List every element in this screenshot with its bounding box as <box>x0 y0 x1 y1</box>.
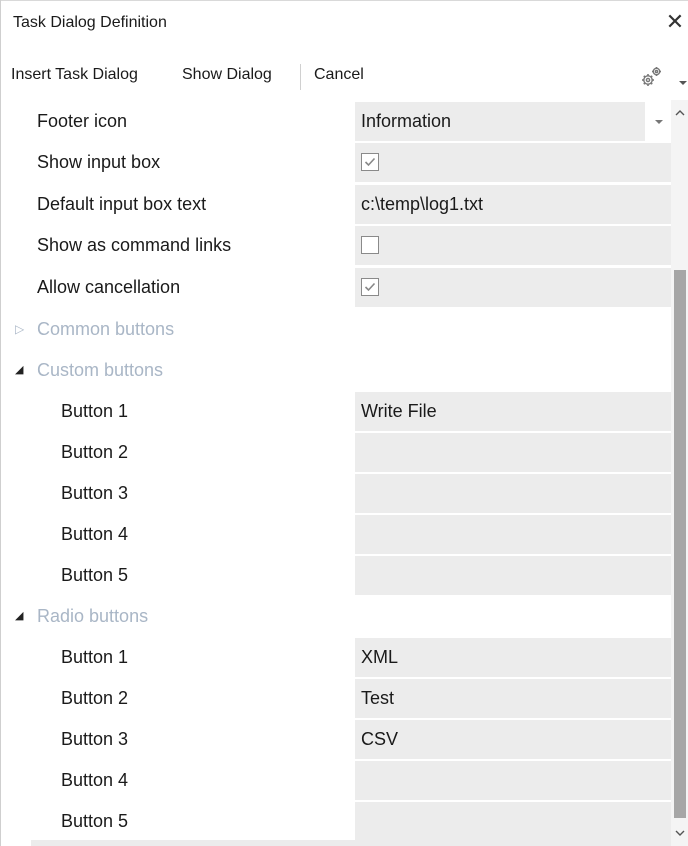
checkmark-icon <box>364 157 376 167</box>
chevron-down-icon[interactable] <box>677 76 688 88</box>
toolbar-separator <box>300 64 301 90</box>
chevron-down-icon <box>675 830 685 836</box>
property-value-cell <box>355 226 671 265</box>
gear-icon[interactable] <box>639 64 665 90</box>
radio-button-row-2: Button 2 Test <box>1 678 671 719</box>
radio-button-row-5: Button 5 <box>1 801 671 842</box>
task-dialog-definition-window: Task Dialog Definition ✕ Insert Task Dia… <box>0 0 688 846</box>
scroll-down-button[interactable] <box>671 824 688 842</box>
radio-button-2-field[interactable]: Test <box>355 679 671 718</box>
triangle-down-icon[interactable]: ◢ <box>15 596 23 637</box>
next-row-peek <box>31 840 671 846</box>
allow-cancellation-checkbox[interactable] <box>361 278 379 296</box>
property-label: Button 3 <box>61 729 129 749</box>
custom-button-3-field[interactable] <box>355 474 671 513</box>
radio-button-row-3: Button 3 CSV <box>1 719 671 760</box>
radio-button-5-field[interactable] <box>355 802 671 841</box>
property-row-footer-icon: Footer icon Information <box>1 101 671 142</box>
property-label: Allow cancellation <box>37 277 181 297</box>
group-common-buttons[interactable]: ▷ Common buttons <box>1 309 671 350</box>
default-input-text-field[interactable]: c:\temp\log1.txt <box>355 185 671 224</box>
cancel-button[interactable]: Cancel <box>314 66 364 84</box>
property-row-allow-cancellation: Allow cancellation <box>1 267 671 308</box>
property-label: Footer icon <box>37 111 128 131</box>
radio-button-row-4: Button 4 <box>1 760 671 801</box>
checkmark-icon <box>364 282 376 292</box>
chevron-up-icon <box>675 110 685 116</box>
property-grid: Footer icon Information Show input box D… <box>1 100 671 846</box>
custom-button-row-3: Button 3 <box>1 473 671 514</box>
show-input-box-checkbox[interactable] <box>361 153 379 171</box>
radio-button-4-field[interactable] <box>355 761 671 800</box>
group-label: Custom buttons <box>37 360 164 380</box>
dropdown-button[interactable] <box>649 102 669 141</box>
custom-button-row-2: Button 2 <box>1 432 671 473</box>
property-label: Button 5 <box>61 565 129 585</box>
group-custom-buttons[interactable]: ◢ Custom buttons <box>1 350 671 391</box>
insert-task-dialog-button[interactable]: Insert Task Dialog <box>11 66 138 84</box>
radio-button-row-1: Button 1 XML <box>1 637 671 678</box>
property-row-command-links: Show as command links <box>1 225 671 266</box>
close-icon: ✕ <box>665 9 685 34</box>
scroll-up-button[interactable] <box>671 104 688 122</box>
radio-button-1-field[interactable]: XML <box>355 638 671 677</box>
custom-button-row-4: Button 4 <box>1 514 671 555</box>
property-value-cell <box>355 143 671 182</box>
group-label: Common buttons <box>37 319 175 339</box>
property-label: Button 2 <box>61 688 129 708</box>
scroll-thumb[interactable] <box>674 270 686 818</box>
property-row-show-input-box: Show input box <box>1 142 671 183</box>
footer-icon-select[interactable]: Information <box>355 102 645 141</box>
property-value-cell <box>355 268 671 307</box>
property-label: Button 4 <box>61 770 129 790</box>
custom-button-row-5: Button 5 <box>1 555 671 596</box>
group-radio-buttons[interactable]: ◢ Radio buttons <box>1 596 671 637</box>
property-label: Button 1 <box>61 401 129 421</box>
custom-button-2-field[interactable] <box>355 433 671 472</box>
property-label: Button 2 <box>61 442 129 462</box>
chevron-down-icon <box>655 119 663 124</box>
show-dialog-button[interactable]: Show Dialog <box>182 66 272 84</box>
property-label: Button 3 <box>61 483 129 503</box>
custom-button-row-1: Button 1 Write File <box>1 391 671 432</box>
group-label: Radio buttons <box>37 606 149 626</box>
command-links-checkbox[interactable] <box>361 236 379 254</box>
property-label: Default input box text <box>37 194 207 214</box>
property-row-default-input-text: Default input box text c:\temp\log1.txt <box>1 184 671 225</box>
custom-button-1-field[interactable]: Write File <box>355 392 671 431</box>
property-label: Button 1 <box>61 647 129 667</box>
property-label: Button 5 <box>61 811 129 831</box>
close-button[interactable]: ✕ <box>661 7 688 37</box>
triangle-right-icon[interactable]: ▷ <box>15 309 24 350</box>
property-label: Show input box <box>37 152 161 172</box>
custom-button-4-field[interactable] <box>355 515 671 554</box>
window-title: Task Dialog Definition <box>13 14 167 31</box>
vertical-scrollbar[interactable] <box>671 100 688 846</box>
title-bar: Task Dialog Definition ✕ <box>1 0 688 44</box>
property-label: Button 4 <box>61 524 129 544</box>
toolbar: Insert Task Dialog Show Dialog Cancel <box>1 58 688 94</box>
radio-button-3-field[interactable]: CSV <box>355 720 671 759</box>
property-label: Show as command links <box>37 235 232 255</box>
custom-button-5-field[interactable] <box>355 556 671 595</box>
triangle-down-icon[interactable]: ◢ <box>15 350 23 391</box>
